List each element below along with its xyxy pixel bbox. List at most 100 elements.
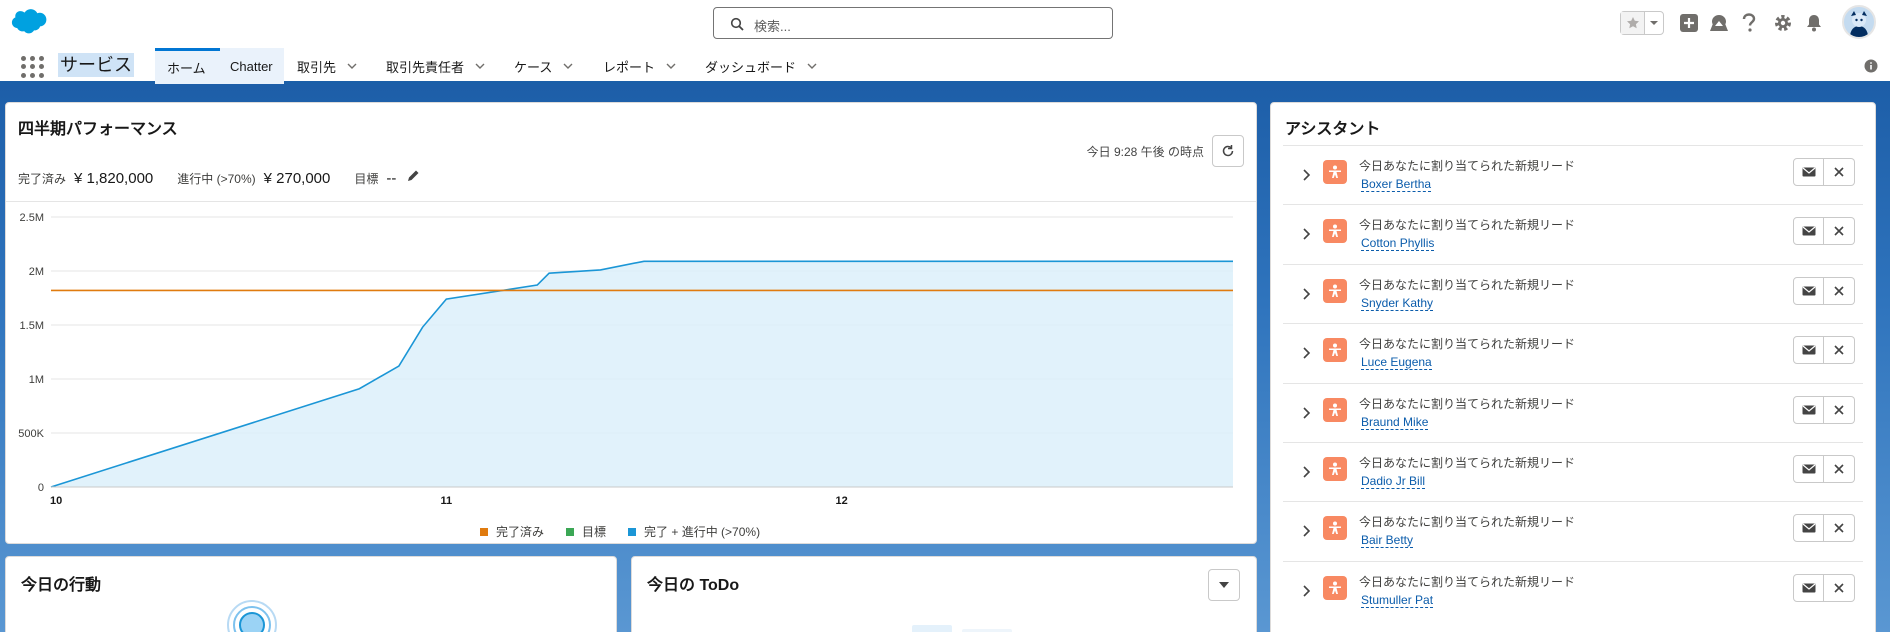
chevron-right-icon[interactable] [1301, 406, 1313, 420]
legend-item-closed[interactable]: 完了済み [480, 523, 544, 540]
help-icon[interactable] [1738, 12, 1760, 34]
refresh-button[interactable] [1212, 135, 1244, 167]
assistant-actions [1793, 276, 1855, 305]
legend-item-closed-plus-open[interactable]: 完了 + 進行中 (>70%) [628, 523, 760, 540]
dismiss-button[interactable] [1824, 455, 1855, 483]
favorites-group[interactable] [1620, 11, 1664, 35]
dismiss-button[interactable] [1824, 336, 1855, 365]
chevron-down-icon[interactable] [665, 60, 677, 72]
chevron-right-icon[interactable] [1301, 227, 1313, 241]
user-avatar[interactable] [1842, 5, 1876, 39]
assistant-message: 今日あなたに割り当てられた新規リード [1359, 574, 1576, 589]
calendar-illustration-icon [227, 600, 277, 632]
tab-accounts[interactable]: 取引先 [297, 48, 358, 84]
close-icon [1834, 167, 1844, 177]
send-email-button[interactable] [1793, 276, 1824, 305]
assistant-actions [1793, 573, 1855, 602]
email-icon [1802, 464, 1815, 474]
chevron-right-icon[interactable] [1301, 584, 1313, 598]
close-icon [1834, 286, 1844, 296]
assistant-item: 今日あなたに割り当てられた新規リード Snyder Kathy [1283, 263, 1863, 323]
email-icon [1802, 286, 1815, 296]
chevron-right-icon[interactable] [1301, 346, 1313, 360]
chevron-down-icon[interactable] [346, 60, 358, 72]
add-icon[interactable] [1678, 12, 1700, 34]
email-icon [1802, 345, 1815, 355]
tab-label: ダッシュボード [705, 59, 797, 75]
salesforce-cloud-logo[interactable] [8, 8, 50, 38]
lead-icon [1323, 397, 1347, 422]
close-icon [1834, 405, 1844, 415]
closed-label: 完了済み [18, 172, 67, 186]
open-value: ¥ 270,000 [263, 170, 331, 187]
lead-name-link[interactable]: Snyder Kathy [1361, 296, 1434, 311]
edit-pencil-icon[interactable] [406, 169, 420, 183]
chevron-down-icon[interactable] [806, 60, 818, 72]
favorites-dropdown-icon[interactable] [1645, 12, 1663, 34]
quarterly-performance-card: 四半期パフォーマンス 今日 9:28 午後 の時点 完了済み ¥ 1,820,0… [5, 102, 1257, 544]
chevron-right-icon[interactable] [1301, 465, 1313, 479]
chevron-down-icon[interactable] [474, 60, 486, 72]
chevron-right-icon[interactable] [1301, 524, 1313, 538]
performance-chart: 0 500K 1M 1.5M 2M 2.5M 10 11 12 [18, 212, 1233, 507]
as-of-timestamp: 今日 9:28 午後 の時点 [1086, 145, 1204, 159]
x-tick-label: 11 [440, 495, 452, 507]
lead-name-link[interactable]: Stumuller Pat [1361, 593, 1434, 608]
email-icon [1802, 226, 1815, 236]
trailhead-icon[interactable] [1708, 12, 1730, 34]
tab-chatter[interactable]: Chatter [220, 48, 284, 84]
lead-name-link[interactable]: Bair Betty [1361, 533, 1414, 549]
dismiss-button[interactable] [1824, 395, 1855, 424]
dismiss-button[interactable] [1824, 573, 1855, 602]
dismiss-button[interactable] [1824, 514, 1855, 543]
tab-dashboards[interactable]: ダッシュボード [705, 48, 818, 84]
legend-label: 完了 + 進行中 (>70%) [644, 525, 761, 539]
send-email-button[interactable] [1793, 573, 1824, 602]
global-search-input[interactable]: 検索... [713, 7, 1113, 39]
setup-gear-icon[interactable] [1772, 12, 1794, 34]
dismiss-button[interactable] [1824, 217, 1855, 246]
email-icon [1802, 167, 1815, 177]
legend-swatch [566, 527, 575, 536]
send-email-button[interactable] [1793, 395, 1824, 424]
chevron-right-icon[interactable] [1301, 168, 1313, 182]
lead-name-link[interactable]: Boxer Bertha [1361, 177, 1432, 192]
dismiss-button[interactable] [1824, 276, 1855, 305]
tab-cases[interactable]: ケース [514, 48, 574, 84]
global-header: 検索... [0, 0, 1890, 48]
tab-home[interactable]: ホーム [155, 48, 220, 84]
app-launcher-icon[interactable] [20, 55, 44, 79]
favorites-star-icon[interactable] [1621, 12, 1645, 34]
divider [6, 201, 1256, 202]
send-email-button[interactable] [1793, 336, 1824, 365]
send-email-button[interactable] [1793, 158, 1824, 186]
chevron-right-icon[interactable] [1301, 287, 1313, 301]
dismiss-button[interactable] [1824, 158, 1855, 186]
performance-stats: 完了済み ¥ 1,820,000 進行中 (>70%) ¥ 270,000 目標… [18, 169, 420, 187]
assistant-actions [1793, 455, 1855, 483]
info-icon[interactable] [1864, 59, 1878, 73]
legend-item-goal[interactable]: 目標 [566, 523, 606, 540]
tab-label: ホーム [167, 61, 206, 76]
close-icon [1834, 523, 1844, 533]
task-filter-dropdown-button[interactable] [1208, 569, 1240, 601]
lead-icon [1323, 278, 1347, 303]
tab-label: Chatter [230, 58, 273, 74]
legend-swatch [480, 527, 488, 536]
send-email-button[interactable] [1793, 455, 1824, 483]
lead-name-link[interactable]: Cotton Phyllis [1361, 236, 1435, 252]
email-icon [1802, 523, 1815, 533]
lead-name-link[interactable]: Luce Eugena [1361, 355, 1432, 371]
chart-legend: 完了済み 目標 完了 + 進行中 (>70%) [480, 523, 782, 540]
lead-name-link[interactable]: Dadio Jr Bill [1361, 474, 1426, 489]
send-email-button[interactable] [1793, 217, 1824, 246]
notification-bell-icon[interactable] [1803, 12, 1825, 34]
chevron-down-icon[interactable] [562, 60, 574, 72]
tab-label: 取引先 [297, 59, 337, 75]
lead-name-link[interactable]: Braund Mike [1361, 415, 1429, 430]
tab-contacts[interactable]: 取引先責任者 [386, 48, 486, 84]
tab-reports[interactable]: レポート [603, 48, 677, 84]
close-icon [1834, 464, 1844, 474]
tab-label: ケース [514, 59, 553, 75]
send-email-button[interactable] [1793, 514, 1824, 543]
